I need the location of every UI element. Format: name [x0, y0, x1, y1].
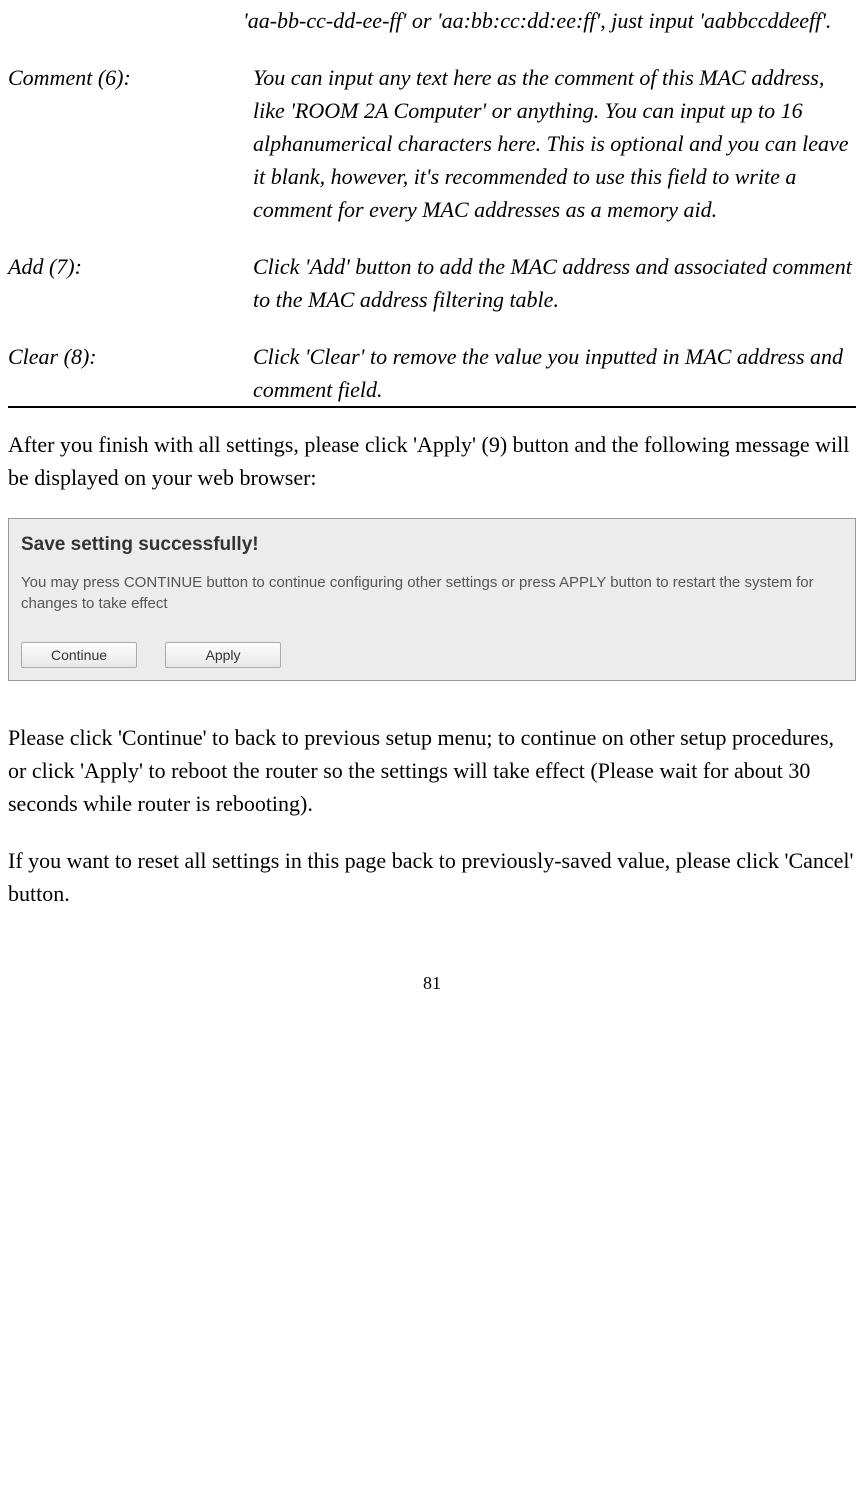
definition-row-clear: Clear (8): Click 'Clear' to remove the v… [8, 340, 856, 406]
definition-desc: Click 'Clear' to remove the value you in… [253, 340, 856, 406]
save-settings-dialog: Save setting successfully! You may press… [8, 518, 856, 681]
definition-term: Clear (8): [8, 340, 253, 406]
continue-button[interactable]: Continue [21, 642, 137, 668]
apply-button[interactable]: Apply [165, 642, 281, 668]
definition-row-comment: Comment (6): You can input any text here… [8, 61, 856, 226]
divider [8, 406, 856, 408]
after-settings-text: After you finish with all settings, plea… [8, 428, 856, 494]
leading-fragment: 'aa-bb-cc-dd-ee-ff' or 'aa:bb:cc:dd:ee:f… [8, 4, 856, 37]
definition-row-add: Add (7): Click 'Add' button to add the M… [8, 250, 856, 316]
page-number: 81 [8, 970, 856, 997]
definition-term: Comment (6): [8, 61, 253, 226]
dialog-message: You may press CONTINUE button to continu… [21, 572, 843, 614]
please-click-text: Please click 'Continue' to back to previ… [8, 721, 856, 820]
definition-desc: You can input any text here as the comme… [253, 61, 856, 226]
dialog-buttons-row: Continue Apply [21, 642, 843, 668]
definition-term: Add (7): [8, 250, 253, 316]
reset-text: If you want to reset all settings in thi… [8, 844, 856, 910]
definition-desc: Click 'Add' button to add the MAC addres… [253, 250, 856, 316]
dialog-title: Save setting successfully! [21, 531, 843, 560]
